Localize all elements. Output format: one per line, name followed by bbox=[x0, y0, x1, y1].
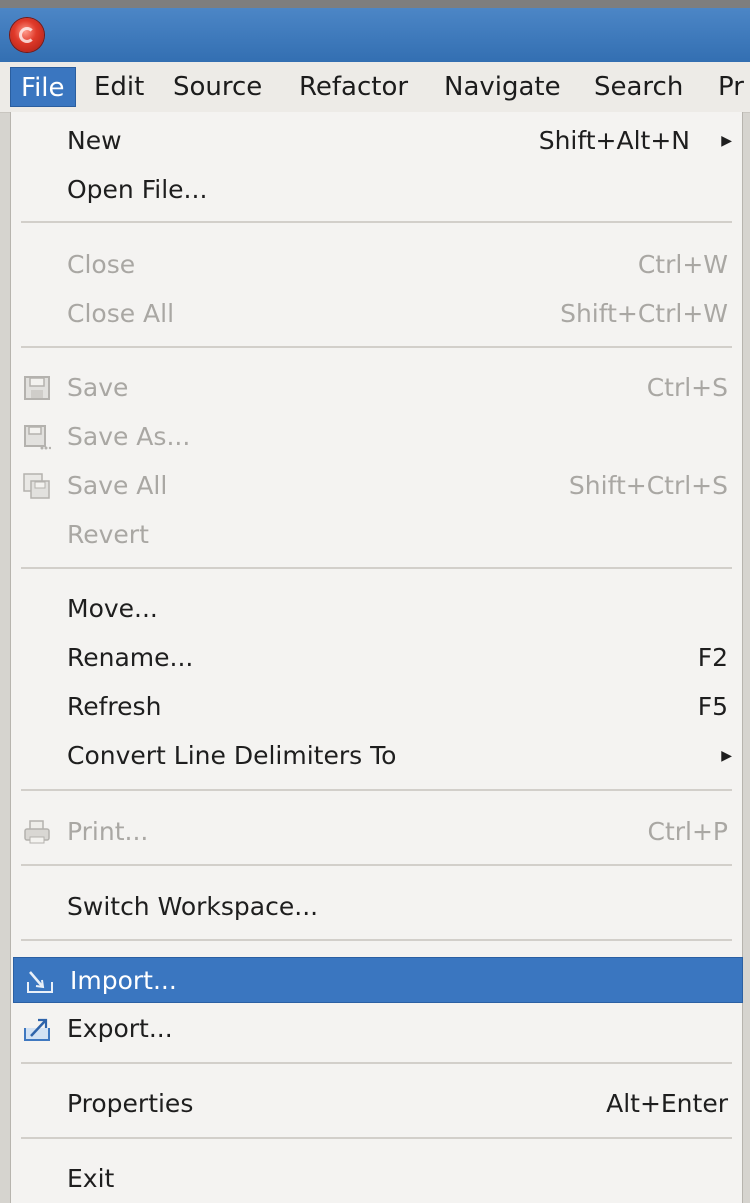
save-all-label: Save All bbox=[67, 471, 168, 500]
refresh-label: Refresh bbox=[67, 692, 162, 721]
menu-item-refresh[interactable]: Refresh F5 bbox=[11, 684, 742, 730]
app-logo-icon[interactable] bbox=[10, 18, 44, 52]
menu-item-exit[interactable]: Exit bbox=[11, 1156, 742, 1202]
menu-edit[interactable]: Edit bbox=[84, 67, 154, 107]
menubar: File Edit Source Refactor Navigate Searc… bbox=[0, 62, 750, 113]
menu-item-save-as[interactable]: Save As... bbox=[11, 414, 742, 460]
save-label: Save bbox=[67, 373, 129, 402]
print-label: Print... bbox=[67, 817, 149, 846]
rename-accelerator: F2 bbox=[697, 643, 728, 672]
convert-label: Convert Line Delimiters To bbox=[67, 741, 397, 770]
menu-item-convert-line-delimiters[interactable]: Convert Line Delimiters To ▶ bbox=[11, 733, 742, 779]
menu-separator bbox=[21, 221, 732, 223]
menu-separator bbox=[21, 789, 732, 791]
save-disk-icon bbox=[24, 376, 50, 400]
menu-item-revert[interactable]: Revert bbox=[11, 512, 742, 558]
save-all-accelerator: Shift+Ctrl+S bbox=[568, 471, 728, 500]
menu-separator bbox=[21, 1062, 732, 1064]
import-icon bbox=[27, 971, 53, 993]
printer-icon bbox=[24, 820, 50, 844]
submenu-arrow-icon: ▶ bbox=[721, 133, 732, 149]
menu-item-properties[interactable]: Properties Alt+Enter bbox=[11, 1081, 742, 1127]
refresh-accelerator: F5 bbox=[697, 692, 728, 721]
menu-item-close[interactable]: Close Ctrl+W bbox=[11, 242, 742, 288]
menu-item-export[interactable]: Export... bbox=[11, 1006, 742, 1052]
save-as-disk-icon bbox=[24, 425, 51, 450]
window-top-edge bbox=[0, 0, 750, 8]
close-all-label: Close All bbox=[67, 299, 175, 328]
new-label: New bbox=[67, 126, 122, 155]
close-label: Close bbox=[67, 250, 136, 279]
menu-search[interactable]: Search bbox=[584, 67, 693, 107]
print-accelerator: Ctrl+P bbox=[647, 817, 728, 846]
menu-navigate[interactable]: Navigate bbox=[434, 67, 571, 107]
rename-label: Rename... bbox=[67, 643, 194, 672]
menu-separator bbox=[21, 864, 732, 866]
menu-item-move[interactable]: Move... bbox=[11, 586, 742, 632]
menu-separator bbox=[21, 567, 732, 569]
menu-separator bbox=[21, 939, 732, 941]
menu-source[interactable]: Source bbox=[163, 67, 272, 107]
submenu-arrow-icon: ▶ bbox=[721, 748, 732, 764]
file-menu-dropdown: New Shift+Alt+N ▶ Open File... Close Ctr… bbox=[10, 112, 743, 1203]
menu-item-save[interactable]: Save Ctrl+S bbox=[11, 365, 742, 411]
close-accelerator: Ctrl+W bbox=[637, 250, 728, 279]
import-label: Import... bbox=[70, 966, 177, 995]
properties-accelerator: Alt+Enter bbox=[606, 1089, 728, 1118]
save-as-label: Save As... bbox=[67, 422, 191, 451]
export-icon bbox=[24, 1018, 50, 1041]
menu-item-new[interactable]: New Shift+Alt+N ▶ bbox=[11, 118, 742, 164]
menu-separator bbox=[21, 346, 732, 348]
menu-item-close-all[interactable]: Close All Shift+Ctrl+W bbox=[11, 291, 742, 337]
move-label: Move... bbox=[67, 594, 158, 623]
menu-item-open-file[interactable]: Open File... bbox=[11, 167, 742, 213]
menu-item-switch-workspace[interactable]: Switch Workspace... bbox=[11, 884, 742, 930]
close-all-accelerator: Shift+Ctrl+W bbox=[560, 299, 728, 328]
save-accelerator: Ctrl+S bbox=[646, 373, 728, 402]
exit-label: Exit bbox=[67, 1164, 115, 1193]
menu-item-rename[interactable]: Rename... F2 bbox=[11, 635, 742, 681]
menu-separator bbox=[21, 1137, 732, 1139]
menu-project[interactable]: Pr bbox=[708, 67, 750, 107]
revert-label: Revert bbox=[67, 520, 149, 549]
save-all-disks-icon bbox=[23, 473, 50, 499]
menu-item-save-all[interactable]: Save All Shift+Ctrl+S bbox=[11, 463, 742, 509]
menu-item-import[interactable]: Import... bbox=[13, 957, 743, 1003]
menu-file[interactable]: File bbox=[10, 67, 76, 107]
window-titlebar bbox=[0, 8, 750, 62]
open-file-label: Open File... bbox=[67, 175, 208, 204]
menu-refactor[interactable]: Refactor bbox=[289, 67, 418, 107]
export-label: Export... bbox=[67, 1014, 173, 1043]
switch-workspace-label: Switch Workspace... bbox=[67, 892, 319, 921]
menu-item-print[interactable]: Print... Ctrl+P bbox=[11, 809, 742, 855]
properties-label: Properties bbox=[67, 1089, 194, 1118]
new-accelerator: Shift+Alt+N bbox=[538, 126, 690, 155]
